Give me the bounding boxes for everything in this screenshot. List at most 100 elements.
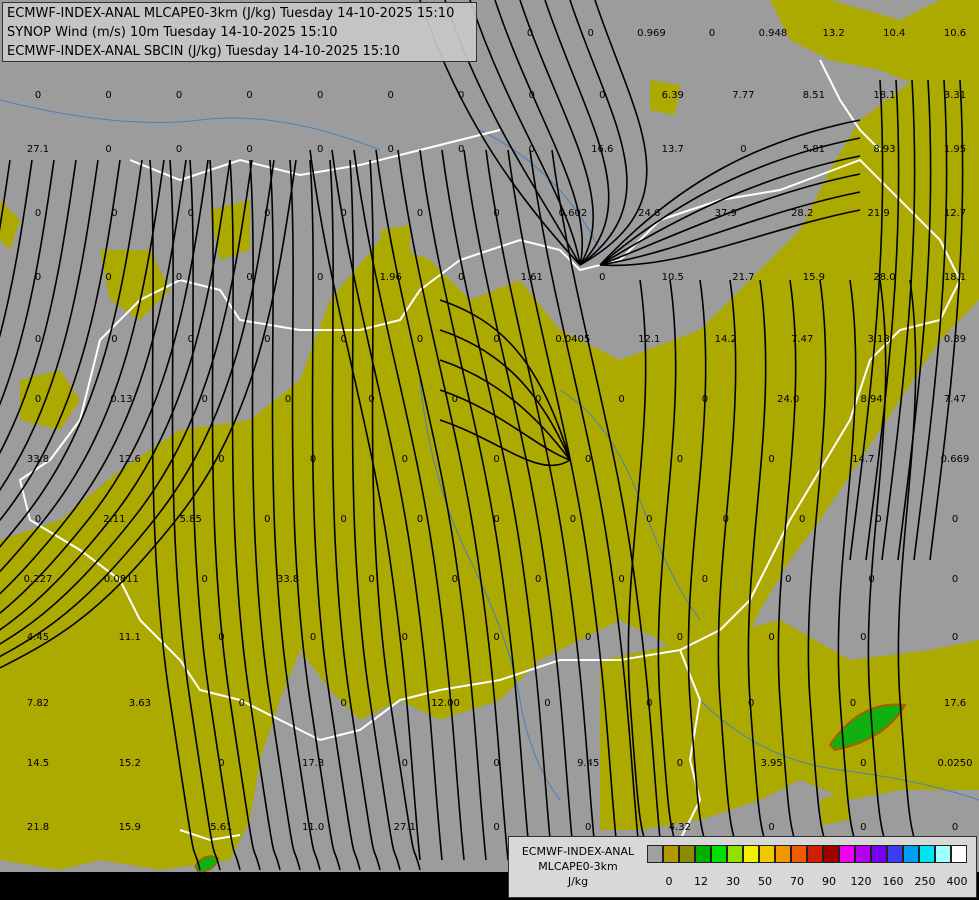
cin-value-label: 33.8 <box>277 574 299 585</box>
cin-value-label: 7.47 <box>944 394 966 405</box>
cin-value-label: 0 <box>702 394 708 405</box>
cin-value-label: 0 <box>535 574 541 585</box>
cin-value-label: 0 <box>570 514 576 525</box>
cin-value-label: 0 <box>493 514 499 525</box>
cin-value-label: 0 <box>264 208 270 219</box>
cin-value-label: 3.31 <box>944 90 966 101</box>
cin-value-label: 13.7 <box>662 144 684 155</box>
cin-value-label: 12.00 <box>431 698 460 709</box>
legend-title: ECMWF-INDEX-ANAL <box>521 845 635 858</box>
cin-value-label: 0 <box>458 272 464 283</box>
cin-value-label: 18.1 <box>873 90 895 101</box>
cin-value-label: 0 <box>677 632 683 643</box>
cin-value-label: 0 <box>768 822 774 833</box>
cin-value-label: 0 <box>246 144 252 155</box>
cin-value-label: 0 <box>544 698 550 709</box>
legend-tick-label: 12 <box>694 875 708 888</box>
cin-value-label: 0 <box>748 698 754 709</box>
cin-value-label: 0 <box>202 394 208 405</box>
cin-value-label: 0 <box>799 514 805 525</box>
cin-value-label: 28.2 <box>791 208 813 219</box>
legend-tick-label: 90 <box>822 875 836 888</box>
cin-value-label: 0.0405 <box>555 334 590 345</box>
cin-value-label: 0 <box>493 632 499 643</box>
cin-value-label: 0 <box>218 632 224 643</box>
cin-value-label: 0 <box>35 514 41 525</box>
cin-value-label: 14.2 <box>715 334 737 345</box>
cin-value-label: 33.8 <box>27 454 49 465</box>
cin-value-label: 27.1 <box>27 144 49 155</box>
cin-value-label: 14.5 <box>27 758 49 769</box>
cin-value-label: 0 <box>452 574 458 585</box>
cin-value-label: 8.93 <box>873 144 895 155</box>
legend-tick-label: 50 <box>758 875 772 888</box>
cin-value-label: 0 <box>105 90 111 101</box>
cin-value-label: 0 <box>952 574 958 585</box>
legend-swatch <box>775 845 791 863</box>
cin-value-label: 0 <box>202 574 208 585</box>
cin-value-label: 0 <box>239 698 245 709</box>
map-title-box: ECMWF-INDEX-ANAL MLCAPE0-3km (J/kg) Tues… <box>2 2 477 62</box>
cin-value-label: 0 <box>105 144 111 155</box>
legend-ticks: 0 12 30 50 70 90 120 160 250 400 <box>647 875 977 889</box>
cin-value-label: 0 <box>368 394 374 405</box>
legend-swatch <box>903 845 919 863</box>
cin-value-label: 21.7 <box>732 272 754 283</box>
cin-value-label: 0 <box>599 272 605 283</box>
cin-value-label: 0 <box>868 574 874 585</box>
cin-value-label: 3.63 <box>129 698 151 709</box>
cin-value-label: 0 <box>493 822 499 833</box>
cin-value-label: 0 <box>585 632 591 643</box>
cin-value-label: 0 <box>341 208 347 219</box>
cin-value-label: 0 <box>493 758 499 769</box>
legend-swatch <box>807 845 823 863</box>
cin-value-label: 5.81 <box>803 144 825 155</box>
cin-value-label: 0 <box>702 574 708 585</box>
cin-value-label: 0 <box>176 90 182 101</box>
cin-value-label: 3.18 <box>867 334 889 345</box>
cin-value-label: 0 <box>317 144 323 155</box>
cin-value-label: 0 <box>341 514 347 525</box>
legend-swatch <box>743 845 759 863</box>
cin-value-label: 0.0811 <box>104 574 139 585</box>
cin-value-label: 0 <box>493 334 499 345</box>
cin-value-label: 28.0 <box>873 272 895 283</box>
cin-value-label: 0 <box>529 90 535 101</box>
cin-value-label: 0 <box>709 28 715 39</box>
legend-tick-label: 250 <box>914 875 936 888</box>
cin-value-label: 4.32 <box>669 822 691 833</box>
cin-value-label: 0 <box>535 394 541 405</box>
cin-value-label: 0 <box>388 144 394 155</box>
legend-swatch <box>887 845 903 863</box>
cin-value-label: 0 <box>458 90 464 101</box>
legend-swatch <box>935 845 951 863</box>
cin-value-label: 0 <box>952 632 958 643</box>
cin-value-label: 15.2 <box>119 758 141 769</box>
legend-swatch <box>679 845 695 863</box>
cin-value-label: 24.6 <box>638 208 660 219</box>
legend-swatch <box>791 845 807 863</box>
cin-value-label: 7.77 <box>732 90 754 101</box>
cin-value-label: 0 <box>875 514 881 525</box>
legend-subtitle: MLCAPE0-3km <box>538 860 618 873</box>
cin-value-label: 17.3 <box>302 758 324 769</box>
cin-value-label: 0 <box>111 334 117 345</box>
cin-value-label: 0 <box>529 144 535 155</box>
legend-swatches <box>647 845 967 863</box>
cin-value-label: 0 <box>35 272 41 283</box>
legend-swatch <box>647 845 663 863</box>
cin-value-label: 0 <box>188 334 194 345</box>
cin-value-label: 0 <box>402 758 408 769</box>
cin-value-label: 11.1 <box>119 632 141 643</box>
legend-swatch <box>839 845 855 863</box>
cin-value-label: 17.6 <box>944 698 966 709</box>
cin-value-label: 0 <box>646 698 652 709</box>
cin-value-label: 0 <box>317 90 323 101</box>
cin-value-label: 0 <box>368 574 374 585</box>
cin-value-label: 0 <box>723 514 729 525</box>
cin-value-label: 0 <box>264 514 270 525</box>
weather-map[interactable]: 0 0 0.969 0 0.948 13.2 10.4 10.6 0 0 0 0 0 0 0 0 0 6.39 7.… <box>0 0 979 900</box>
cin-value-label: 7.47 <box>791 334 813 345</box>
cin-value-label: 14.7 <box>852 454 874 465</box>
map-viewer: 0 0 0.969 0 0.948 13.2 10.4 10.6 0 0 0 0 0 0 0 0 0 6.39 7.… <box>0 0 979 900</box>
